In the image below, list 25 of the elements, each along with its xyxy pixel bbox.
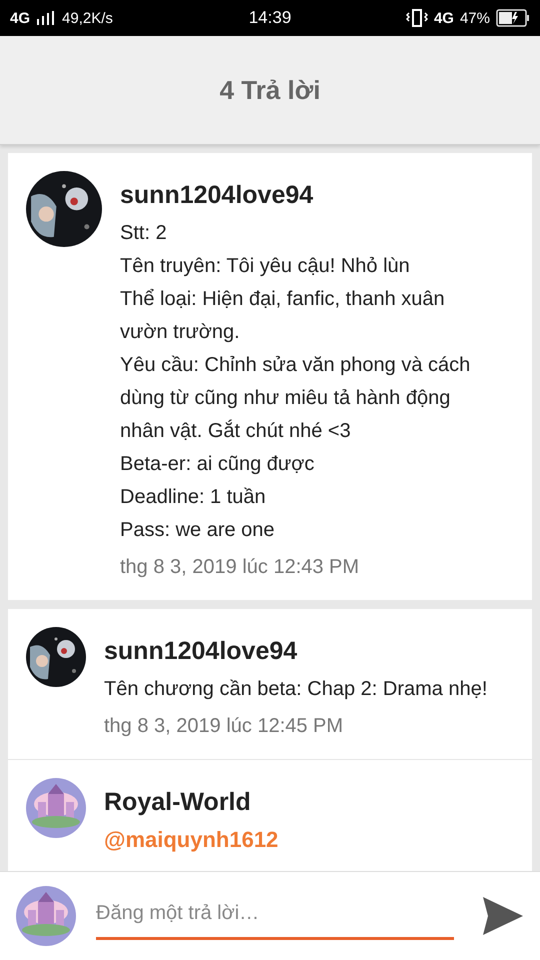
timestamp: thg 8 3, 2019 lúc 12:45 PM — [104, 714, 344, 739]
network-speed: 49,2K/s — [62, 10, 113, 26]
network-type: 4G — [10, 10, 30, 26]
comment-text: Thể loại: Hiện đại, fanfic, thanh xuân vườn trường. — [120, 287, 446, 345]
data-network: 4G — [434, 10, 454, 26]
vibrate-icon — [406, 9, 428, 27]
comment-text: Yêu cầu: Chỉnh sửa văn phong và cách dùng từ cũng như miêu tả hành động nhân vật. Gắt chút nhé <3 — [120, 353, 472, 444]
send-icon[interactable] — [482, 896, 524, 936]
reply-input[interactable]: Đăng một trả lời… — [96, 902, 454, 925]
battery-percent: 47% — [460, 10, 490, 26]
comment-text: Pass: we are one — [120, 518, 276, 543]
author-name[interactable]: sunn1204love94 — [120, 177, 495, 213]
author-name[interactable]: sunn1204love94 — [104, 633, 488, 669]
battery-icon — [496, 9, 530, 27]
page-title: 4 Trả lời — [220, 74, 320, 106]
comment-text: Beta-er: ai cũng được — [120, 452, 316, 477]
comment-text: Tên chương cần beta: Chap 2: Drama nhẹ! — [104, 677, 488, 702]
comment-text: Deadline: 1 tuần — [120, 485, 267, 510]
author-name[interactable]: Royal-World — [104, 784, 278, 820]
clock: 14:39 — [248, 8, 292, 28]
comment-text: Tên truyên: Tôi yêu cậu! Nhỏ lùn — [120, 254, 411, 279]
timestamp: thg 8 3, 2019 lúc 12:43 PM — [120, 555, 360, 580]
signal-icon — [36, 11, 56, 25]
reply-field[interactable]: Đăng một trả lời… — [96, 892, 454, 940]
comment-text: Stt: 2 — [120, 221, 168, 246]
